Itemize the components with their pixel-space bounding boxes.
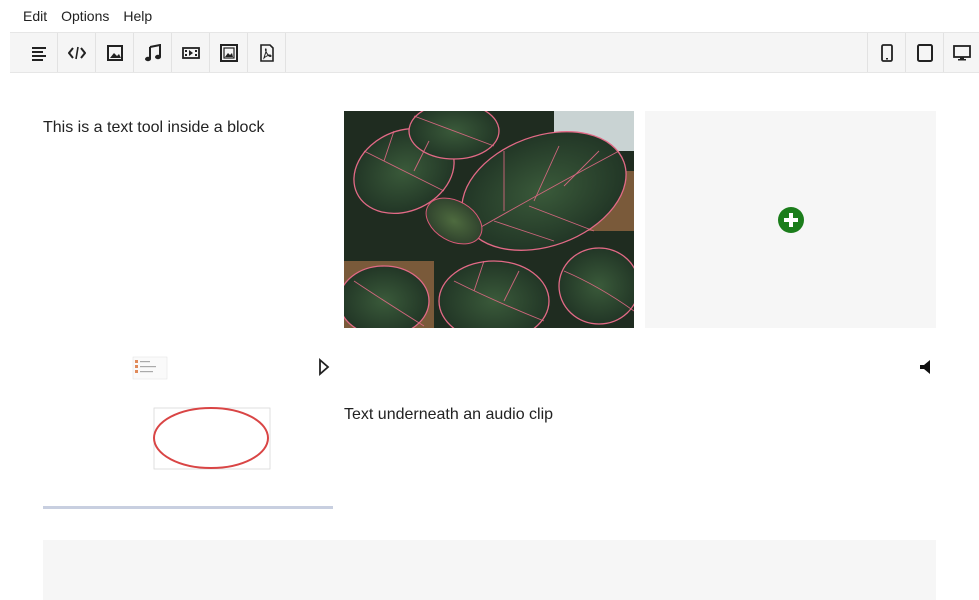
tablet-preview-icon [916, 43, 933, 62]
phone-preview-button[interactable] [867, 33, 905, 72]
empty-block-placeholder [645, 111, 936, 328]
empty-block[interactable] [43, 540, 936, 600]
gallery-tool-button[interactable] [210, 33, 248, 72]
text-tool-button[interactable] [20, 33, 58, 72]
image-tool-icon [106, 44, 123, 61]
code-tool-button[interactable] [58, 33, 96, 72]
play-icon[interactable] [318, 358, 330, 376]
audio-tool-icon [144, 43, 161, 61]
menu-bar: Edit Options Help [0, 0, 979, 32]
tablet-preview-button[interactable] [905, 33, 943, 72]
text-block-1[interactable]: This is a text tool inside a block [43, 119, 264, 137]
image-tool-button[interactable] [96, 33, 134, 72]
pdf-tool-button[interactable] [248, 33, 286, 72]
video-frame [43, 356, 333, 509]
menu-help[interactable]: Help [123, 8, 160, 24]
video-thumbnail[interactable] [43, 350, 333, 510]
text-block-2[interactable]: Text underneath an audio clip [344, 406, 553, 424]
image-gallery-tool-icon [219, 43, 238, 62]
desktop-preview-icon [952, 44, 971, 60]
menu-options[interactable]: Options [61, 8, 117, 24]
video-tool-button[interactable] [172, 33, 210, 72]
phone-preview-icon [880, 43, 893, 62]
menu-edit[interactable]: Edit [23, 8, 55, 24]
plant-image[interactable] [344, 111, 634, 328]
plant-photo [344, 111, 634, 328]
toolbar [10, 32, 979, 73]
video-tool-icon [181, 46, 200, 59]
volume-icon[interactable] [918, 358, 934, 376]
desktop-preview-button[interactable] [943, 33, 979, 72]
add-content-icon[interactable] [777, 206, 804, 233]
audio-tool-button[interactable] [134, 33, 172, 72]
text-tool-icon [31, 46, 46, 61]
pdf-tool-icon [259, 43, 274, 62]
code-tool-icon [67, 46, 86, 59]
